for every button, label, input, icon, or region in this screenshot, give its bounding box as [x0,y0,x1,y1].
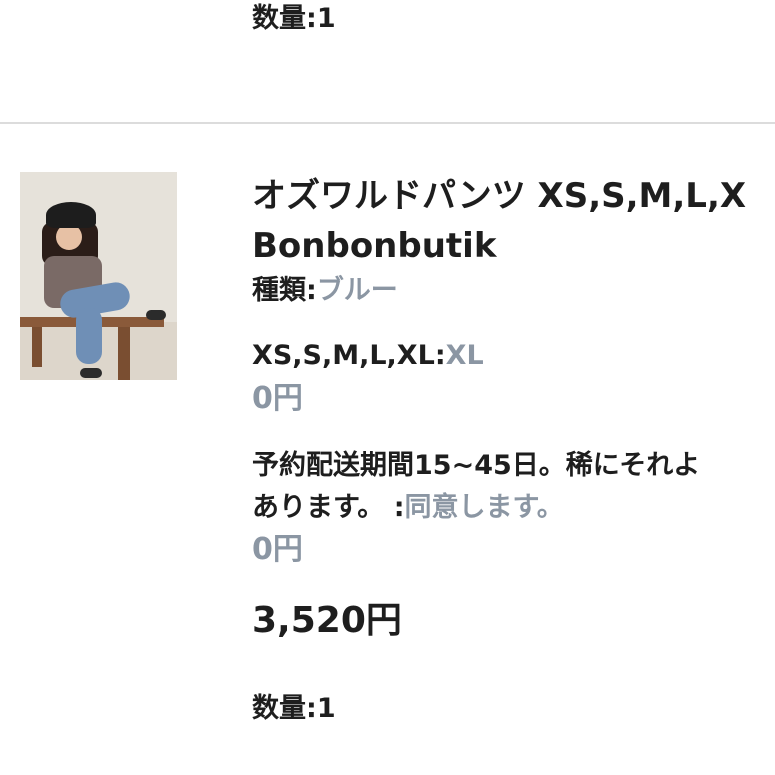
option-value: XL [445,340,484,371]
product-title[interactable]: オズワルドパンツ XS,S,M,L,X [252,172,746,220]
child-hat [46,202,96,228]
previous-item-quantity: 数量:1 [252,0,336,35]
quantity-label: 数量: [252,693,317,724]
option-delivery-agreement: 予約配送期間15~45日。稀にそれよ あります。 :同意します。 [252,445,700,529]
product-thumbnail[interactable] [20,172,177,380]
quantity-value: 1 [316,3,336,34]
child-shoe [146,310,166,320]
option-value: ブルー [316,275,398,306]
quantity-label: 数量: [252,3,317,34]
child-pants [76,308,102,364]
shop-name[interactable]: Bonbonbutik [252,222,496,270]
option-value: 同意します。 [404,492,564,523]
option-type: 種類:ブルー [252,272,398,310]
bench-leg [32,327,42,367]
item-quantity: 数量:1 [252,690,336,728]
item-price: 3,520円 [252,600,402,641]
option-label: 種類: [252,275,317,306]
option-label: XS,S,M,L,XL: [252,340,446,371]
option-size-price: 0円 [252,381,303,416]
quantity-value: 1 [316,693,336,724]
item-divider [0,122,775,124]
bench-leg [118,327,130,380]
option-size: XS,S,M,L,XL:XL [252,337,484,375]
child-shoe [80,368,102,378]
option-delivery-price: 0円 [252,532,303,567]
